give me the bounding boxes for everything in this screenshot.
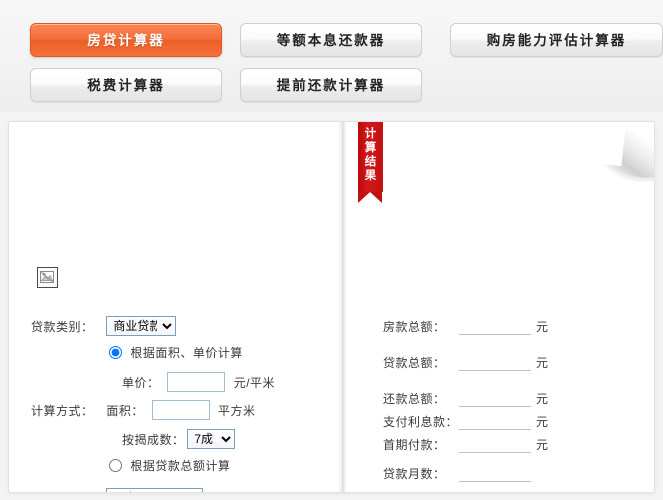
result-value [459,319,531,335]
mortgage-ratio-label: 按揭成数： [122,432,185,447]
radio-by-total[interactable] [109,459,122,472]
calculator-panel: 贷款类别： 商业贷款公积金贷款组合贷款 根据面积、单价计算 单价： 元/平米 计… [8,121,655,493]
result-value [459,391,531,407]
tab-purchase-ability-calculator[interactable]: 购房能力评估计算器 [450,23,663,57]
result-unit: 元 [536,392,549,406]
unit-price-input[interactable] [167,372,226,392]
result-unit: 元 [536,415,549,429]
result-row: 支付利息款： 元 [383,413,548,435]
results-ribbon: 计算结果 [358,122,383,203]
unit-price-label: 单价： [122,375,160,390]
area-label: 面积： [106,403,144,418]
monthly-payment-field[interactable] [457,492,589,493]
radio-by-area[interactable] [109,346,122,359]
result-row: 贷款月数： [383,465,533,487]
mortgage-years-row: 按揭年数： 10年（120期）15年（180期）20年（240期）30年（360… [31,488,204,493]
mortgage-ratio-row: 按揭成数： 1成2成3成4成5成6成7成8成 [122,429,236,451]
unit-price-unit: 元/平米 [233,375,276,390]
result-value [459,414,531,430]
calc-method-total-row: 根据贷款总额计算 [109,457,230,479]
mortgage-ratio-select[interactable]: 1成2成3成4成5成6成7成8成 [187,429,236,449]
result-unit: 元 [536,356,549,370]
ribbon-char: 果 [364,170,377,182]
loan-type-row: 贷款类别： 商业贷款公积金贷款组合贷款 [31,316,177,338]
result-label: 房款总额： [383,320,446,334]
result-value [459,437,531,453]
ribbon-char: 算 [364,142,377,154]
result-value [459,466,531,482]
tab-prepayment-calculator[interactable]: 提前还款计算器 [240,68,422,102]
results-ribbon-label: 计算结果 [358,127,383,183]
result-label: 支付利息款： [383,415,459,429]
radio-by-area-label[interactable]: 根据面积、单价计算 [130,346,243,360]
ribbon-char: 结 [364,156,377,168]
result-unit: 元 [536,320,549,334]
calculator-tab-strip: 房贷计算器 等额本息还款器 购房能力评估计算器 税费计算器 提前还款计算器 [0,0,663,112]
area-row: 计算方式： 面积： 平方米 [31,400,256,422]
panel-divider [338,122,347,492]
tab-equal-installment-calculator[interactable]: 等额本息还款器 [240,23,422,57]
radio-by-total-label[interactable]: 根据贷款总额计算 [130,459,230,473]
result-label: 还款总额： [383,392,446,406]
broken-image-icon [37,267,58,288]
tab-tax-calculator[interactable]: 税费计算器 [30,68,222,102]
mortgage-input-form: 贷款类别： 商业贷款公积金贷款组合贷款 根据面积、单价计算 单价： 元/平米 计… [9,122,338,493]
area-unit: 平方米 [218,403,256,418]
result-row: 首期付款： 元 [383,436,548,458]
mortgage-years-select[interactable]: 10年（120期）15年（180期）20年（240期）30年（360期） [106,488,204,492]
loan-type-label: 贷款类别： [31,319,94,334]
result-unit: 元 [536,438,549,452]
mortgage-years-label: 按揭年数： [31,490,103,493]
calc-method-area-row: 根据面积、单价计算 [109,344,243,366]
ribbon-char: 计 [364,128,377,140]
calc-method-label: 计算方式： [31,403,94,418]
result-label: 贷款月数： [383,467,446,481]
result-row: 贷款总额： 元 [383,354,548,376]
result-row: 还款总额： 元 [383,390,548,412]
loan-type-select[interactable]: 商业贷款公积金贷款组合贷款 [106,316,177,336]
result-label: 贷款总额： [383,356,446,370]
result-row: 房款总额： 元 [383,318,548,340]
result-row: 月还金额：元 [383,492,604,493]
calculation-results-panel: 计算结果 房款总额：元贷款总额：元还款总额：元支付利息款：元首期付款：元贷款月数… [347,122,654,493]
result-value [459,355,531,371]
area-input[interactable] [151,400,210,420]
unit-price-row: 单价： 元/平米 [122,372,275,394]
result-label: 首期付款： [383,438,446,452]
tab-mortgage-calculator[interactable]: 房贷计算器 [30,23,222,57]
